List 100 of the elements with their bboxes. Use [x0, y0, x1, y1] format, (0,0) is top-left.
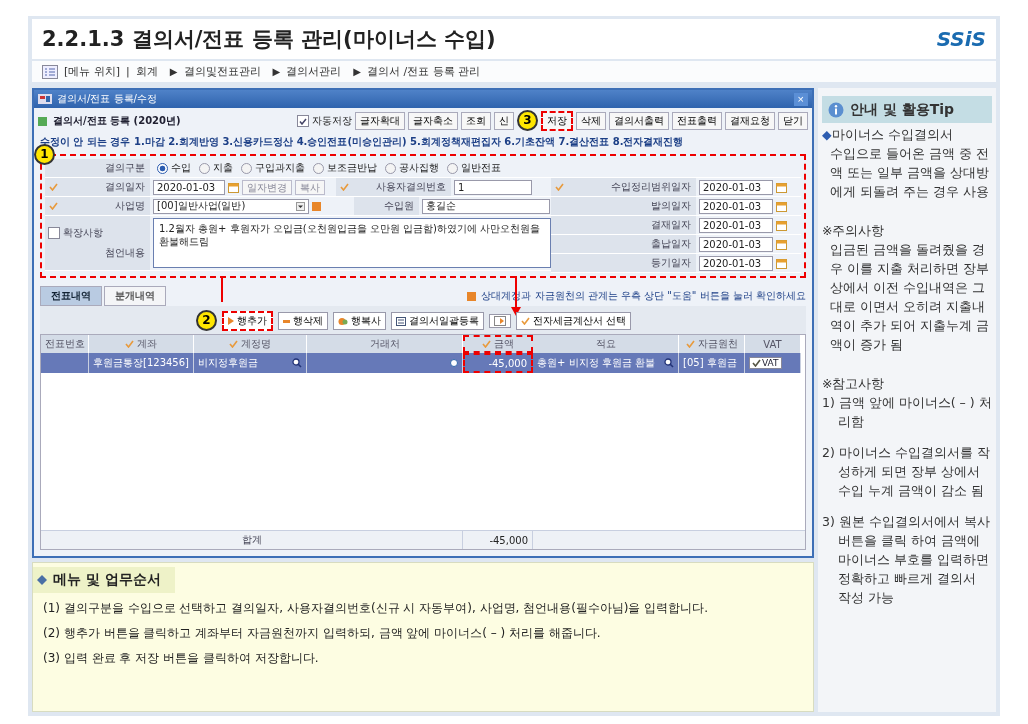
radio-button[interactable]	[313, 162, 324, 174]
divider: |	[126, 65, 130, 78]
vat-checkbox[interactable]: VAT	[749, 357, 782, 369]
input-field[interactable]: 1	[454, 179, 532, 195]
radio-label: 공사집행	[399, 161, 439, 175]
toolbar-button[interactable]: 삭제	[576, 112, 606, 130]
page-title: 2.2.1.3 결의서/전표 등록 관리(마이너스 수입)	[42, 26, 496, 53]
minus-icon	[283, 319, 290, 323]
row-button[interactable]: 결의서일괄등록	[391, 312, 484, 330]
form-heading: 결의서/전표 등록 (2020년)	[53, 114, 181, 128]
toolbar-button[interactable]: 글자축소	[408, 112, 458, 130]
row-button[interactable]	[489, 314, 511, 328]
toolbar-button[interactable]: 결재요청	[725, 112, 775, 130]
table-cell: [05] 후원금	[679, 353, 745, 373]
date-field[interactable]: 2020-01-03	[699, 217, 773, 233]
date-field[interactable]: 2020-01-03	[699, 198, 773, 214]
radio-label: 보조금반납	[327, 161, 377, 175]
column-header: 자금원천	[679, 335, 745, 353]
tab[interactable]: 전표내역	[40, 286, 102, 306]
toolbar-button[interactable]: 닫기	[778, 112, 808, 130]
radio-button[interactable]	[157, 162, 168, 174]
document-icon	[396, 316, 406, 326]
play-icon	[228, 317, 234, 325]
input-field[interactable]: 홍길순	[422, 198, 550, 214]
breadcrumb-item: 결의및전표관리	[183, 64, 261, 79]
check-icon	[555, 183, 564, 191]
row-button[interactable]: 행삭제	[278, 312, 328, 330]
dropdown[interactable]: [00]일반사업(일반)	[153, 198, 309, 214]
radio-button[interactable]	[241, 162, 252, 174]
tip-text: 수입으로 들어온 금액 중 전액 또는 일부 금액을 상대방에게 되돌려 주는 경우 사용	[829, 145, 990, 201]
form-button[interactable]: 복사	[295, 179, 325, 195]
text-area[interactable]: 1.2월자 총원+ 후원자가 오입금(오천원입금을 오만원 입금함)하였기에 사만오천원을 환불해드림	[153, 218, 551, 268]
play-icon	[494, 316, 506, 326]
checkbox[interactable]	[48, 227, 60, 239]
step-text: (1) 결의구분을 수입으로 선택하고 결의일자, 사용자결의번호(신규 시 자동부여), 사업명, 첨언내용(필수아님)을 입력합니다.	[43, 600, 710, 617]
calendar-icon[interactable]	[776, 238, 787, 250]
table-cell: -45,000	[463, 353, 533, 373]
field-label: 수입정리범위일자	[611, 180, 691, 194]
step-badge: 2	[196, 309, 217, 331]
field-label: 등기일자	[651, 256, 691, 270]
column-header: 적요	[533, 335, 679, 353]
radio-button[interactable]	[199, 162, 210, 174]
calendar-icon[interactable]	[776, 181, 787, 193]
radio-label: 수입	[171, 161, 191, 175]
logo: SSiS	[936, 27, 986, 51]
copy-icon	[338, 316, 348, 326]
tab[interactable]: 분개내역	[104, 286, 166, 306]
field-label: 결재일자	[651, 218, 691, 232]
toolbar-button[interactable]: 글자확대	[355, 112, 405, 130]
diamond-bullet: ◆	[822, 126, 832, 144]
tip-text: 3) 원본 수입결의서에서 복사 버튼을 클릭 하여 금액에 마이너스 부호를 입력하면 정확하고 빠르게 결의서 작성 가능	[822, 513, 991, 607]
row-button[interactable]: 행추가	[222, 311, 273, 331]
total-label: 합계	[41, 531, 463, 549]
section-title: 안내 및 활용Tip	[850, 100, 955, 119]
field-label: 결의일자	[105, 180, 145, 194]
toolbar-button[interactable]: 전표출력	[672, 112, 722, 130]
check-icon	[521, 317, 530, 325]
radio-button[interactable]	[385, 162, 396, 174]
check-icon	[482, 340, 491, 348]
toolbar-button[interactable]: 조회	[461, 112, 491, 130]
calendar-icon[interactable]	[776, 257, 787, 269]
row-button[interactable]: 전자세금계산서 선택	[516, 312, 632, 330]
step-text: (3) 입력 완료 후 저장 버튼을 클릭하여 저장합니다.	[43, 650, 320, 667]
toolbar-button[interactable]: 결의서출력	[609, 112, 669, 130]
tip-text: 2) 마이너스 수입결의서를 작성하게 되면 장부 상에서 수입 누계 금액이 감소 됨	[822, 444, 991, 500]
tip-heading: ※주의사항	[822, 222, 886, 240]
date-field[interactable]: 2020-01-03	[699, 255, 773, 271]
table-row[interactable]: 후원금통장[123456] 비지정후원금 -45,000 총원+ 비지정 후원금 환불 [05] 후원금 VAT	[41, 353, 801, 373]
separator-arrow: ▶	[272, 66, 281, 77]
checkbox[interactable]	[297, 115, 309, 127]
menu-location-label: [메뉴 위치]	[64, 64, 121, 79]
breadcrumb-item: 결의서관리	[286, 64, 342, 79]
radio-button[interactable]	[447, 162, 458, 174]
dot-icon[interactable]	[450, 359, 458, 367]
tip-heading: 마이너스 수입결의서	[831, 126, 953, 144]
column-header: 전표번호	[41, 335, 89, 353]
tip-text: 입금된 금액을 돌려줬을 경우 이를 지출 처리하면 장부상에서 이전 수입내역은 그대로 이면서 오히려 지출내역이 추가 되어 지출누계 금액이 증가 됨	[829, 241, 990, 354]
field-label: 발의일자	[651, 199, 691, 213]
field-label: 결의구분	[105, 161, 145, 175]
search-icon[interactable]	[292, 358, 302, 368]
date-field[interactable]: 2020-01-03	[699, 236, 773, 252]
table-cell: 총원+ 비지정 후원금 환불	[533, 353, 679, 373]
step-text: (2) 행추가 버튼을 클릭하고 계좌부터 자금원천까지 입력하되, 금액 앞에 마이너스( – ) 처리를 해줍니다.	[43, 625, 602, 642]
check-icon	[685, 340, 695, 348]
table-cell: 후원금통장[123456]	[89, 353, 194, 373]
row-button[interactable]: 행복사	[333, 312, 386, 330]
date-field[interactable]: 2020-01-03	[699, 179, 773, 195]
search-icon[interactable]	[664, 358, 674, 368]
list-icon	[42, 64, 58, 79]
separator-arrow: ▶	[169, 66, 178, 77]
step-badge: 3	[517, 109, 538, 131]
toolbar-button[interactable]: 저장	[541, 111, 573, 131]
date-field[interactable]: 2020-01-03	[153, 179, 225, 195]
toolbar-button[interactable]: 신	[494, 112, 514, 130]
check-icon	[229, 340, 238, 348]
calendar-icon[interactable]	[776, 219, 787, 231]
square-icon[interactable]	[312, 201, 321, 211]
calendar-icon[interactable]	[776, 200, 787, 212]
calendar-icon[interactable]	[228, 181, 239, 193]
column-header: 계정명	[194, 335, 307, 353]
